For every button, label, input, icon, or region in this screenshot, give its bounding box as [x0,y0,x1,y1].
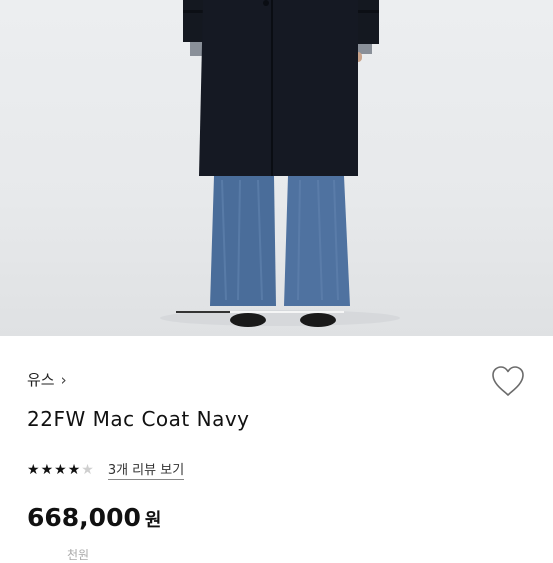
price-unit: 원 [144,510,162,531]
reviews-link[interactable]: 3개 리뷰 보기 [107,459,185,480]
product-title: 22FW Mac Coat Navy [27,407,250,431]
product-photo [160,0,400,327]
brand-link[interactable]: 유스 › [27,369,67,390]
price-amount: 668,000 [27,503,141,532]
rating-row: ★ ★ ★ ★ ★ 3개 리뷰 보기 [27,459,185,480]
star-icon: ★ [40,461,54,478]
star-rating: ★ ★ ★ ★ ★ [27,463,94,477]
star-icon: ★ [81,461,94,478]
gallery-progress-track [176,311,344,313]
heart-outline-icon [492,366,524,396]
price: 668,000 원 [27,503,161,532]
cutoff-row: 천원 [27,546,89,563]
star-icon: ★ [67,461,81,478]
cutoff-text-3: 천원 [67,548,90,562]
wishlist-button[interactable] [490,364,526,398]
product-image-gallery[interactable] [0,0,553,336]
star-icon: ★ [54,461,67,478]
star-icon: ★ [27,461,40,478]
gallery-progress-fill [176,311,230,313]
chevron-right-icon: › [60,370,67,389]
brand-name: 유스 [27,371,55,389]
